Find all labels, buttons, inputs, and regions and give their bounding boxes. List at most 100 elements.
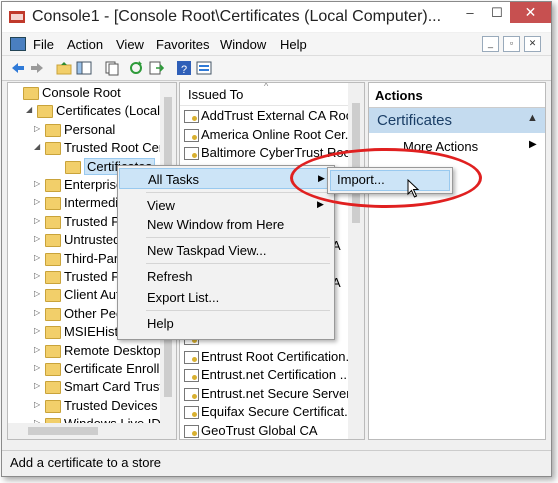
- expanded-arrow-icon[interactable]: ◢: [34, 142, 44, 154]
- collapsed-arrow-icon[interactable]: [54, 161, 64, 173]
- menu-all-tasks-label: All Tasks: [148, 172, 200, 187]
- tree-item[interactable]: ▷ Trusted Devices: [34, 398, 168, 416]
- tree-item-label: Trusted Devices: [64, 397, 158, 413]
- menu-help-item[interactable]: Help: [119, 313, 333, 334]
- refresh-icon[interactable]: [128, 60, 144, 76]
- folder-icon: [45, 363, 61, 376]
- collapsed-arrow-icon[interactable]: ▷: [34, 216, 44, 228]
- menu-export-list[interactable]: Export List...: [119, 287, 333, 308]
- menu-window[interactable]: Window: [220, 37, 266, 52]
- mdi-minimize-button[interactable]: _: [482, 36, 499, 52]
- back-icon[interactable]: [10, 60, 26, 76]
- mouse-pointer-icon: [407, 179, 420, 198]
- collapsed-arrow-icon[interactable]: [12, 87, 22, 99]
- folder-icon: [65, 160, 81, 174]
- tree-item[interactable]: ▷ Certificate Enrollr: [34, 361, 168, 379]
- list-item[interactable]: Entrust.net Secure Server ...: [184, 385, 364, 403]
- list-item-label: America Online Root Cer...: [201, 126, 356, 142]
- collapse-up-icon[interactable]: ▲: [527, 112, 538, 124]
- menu-new-taskpad-view[interactable]: New Taskpad View...: [119, 240, 333, 261]
- collapsed-arrow-icon[interactable]: ▷: [34, 179, 44, 191]
- close-button[interactable]: ✕: [510, 2, 551, 23]
- collapsed-arrow-icon[interactable]: ▷: [34, 271, 44, 283]
- list-item[interactable]: Entrust Root Certification...: [184, 348, 356, 366]
- tree-horizontal-scrollbar[interactable]: [8, 423, 176, 439]
- tree-item[interactable]: ◢ Trusted Root Cert: [34, 140, 168, 158]
- menu-view-label: View: [147, 198, 175, 213]
- collapsed-arrow-icon[interactable]: ▷: [34, 197, 44, 209]
- tree-hscroll-thumb[interactable]: [28, 427, 98, 435]
- menu-refresh-label: Refresh: [147, 269, 193, 284]
- menu-view[interactable]: View: [116, 37, 144, 52]
- collapsed-arrow-icon[interactable]: ▷: [34, 253, 44, 265]
- collapsed-arrow-icon[interactable]: ▷: [34, 326, 44, 338]
- minimize-button[interactable]: –: [456, 2, 484, 23]
- console-menu-icon[interactable]: [10, 37, 26, 51]
- tree-item[interactable]: Console Root: [12, 85, 168, 103]
- list-header[interactable]: ^ Issued To: [180, 83, 364, 106]
- tree-item[interactable]: ▷ Personal: [34, 122, 168, 140]
- tree-item-label: Console Root: [42, 85, 121, 100]
- list-item[interactable]: Equifax Secure Certificat...: [184, 403, 355, 421]
- menu-view-item[interactable]: View ▶: [119, 195, 333, 216]
- expanded-arrow-icon[interactable]: ◢: [26, 105, 36, 117]
- certificate-icon: [184, 424, 199, 438]
- collapsed-arrow-icon[interactable]: ▷: [34, 234, 44, 246]
- more-actions-arrow-icon: ▶: [529, 139, 537, 150]
- folder-icon: [45, 252, 61, 266]
- forward-icon[interactable]: [29, 60, 45, 76]
- certificate-icon: [184, 406, 199, 419]
- menu-separator: [146, 310, 330, 311]
- menu-refresh[interactable]: Refresh: [119, 266, 333, 287]
- show-hide-tree-icon[interactable]: [76, 60, 92, 76]
- menu-bar: File Action View Favorites Window Help _…: [2, 33, 551, 56]
- collapsed-arrow-icon[interactable]: ▷: [34, 124, 44, 136]
- list-item[interactable]: AddTrust External CA Root: [184, 107, 357, 125]
- export-icon[interactable]: [148, 60, 164, 76]
- tree-item-label: Remote Desktop: [64, 342, 161, 358]
- collapsed-arrow-icon[interactable]: ▷: [34, 381, 44, 393]
- certificate-icon: [184, 350, 199, 364]
- collapsed-arrow-icon[interactable]: ▷: [34, 363, 44, 375]
- mdi-restore-button[interactable]: ▫: [503, 36, 520, 52]
- certificate-icon: [184, 387, 199, 401]
- actions-section-certificates[interactable]: Certificates ▲: [369, 108, 545, 133]
- list-item[interactable]: America Online Root Cer...: [184, 126, 356, 144]
- certificate-icon: [184, 147, 199, 160]
- menu-file[interactable]: File: [33, 37, 54, 52]
- mmc-app-icon: [9, 11, 25, 23]
- certificate-icon: [184, 128, 199, 142]
- tree-item[interactable]: ▷ Smart Card Truste: [34, 379, 170, 397]
- list-vertical-scrollbar[interactable]: [348, 83, 364, 439]
- menu-action[interactable]: Action: [67, 37, 103, 52]
- menu-favorites[interactable]: Favorites: [156, 37, 209, 52]
- collapsed-arrow-icon[interactable]: ▷: [34, 345, 44, 357]
- properties-icon[interactable]: [196, 60, 212, 76]
- folder-icon: [45, 399, 61, 413]
- column-issued-to[interactable]: Issued To: [188, 87, 243, 102]
- menu-new-window-from-here[interactable]: New Window from Here: [119, 214, 333, 235]
- list-item[interactable]: Entrust.net Certification ...: [184, 366, 351, 384]
- menu-help[interactable]: Help: [280, 37, 307, 52]
- tree-item[interactable]: ▷ Remote Desktop: [34, 343, 168, 361]
- actions-header: Actions: [369, 83, 545, 108]
- list-item-label: Entrust Root Certification...: [201, 348, 357, 364]
- collapsed-arrow-icon[interactable]: ▷: [34, 308, 44, 320]
- list-item[interactable]: GeoTrust Global CA: [184, 422, 348, 440]
- certificate-icon: [184, 110, 199, 123]
- certificate-icon: [184, 369, 199, 382]
- folder-icon: [45, 123, 61, 137]
- collapsed-arrow-icon[interactable]: ▷: [34, 400, 44, 412]
- folder-icon: [45, 179, 61, 192]
- up-folder-icon[interactable]: [56, 60, 72, 76]
- mdi-close-button[interactable]: ✕: [524, 36, 541, 52]
- help-icon[interactable]: ?: [176, 60, 192, 76]
- title-bar[interactable]: Console1 - [Console Root\Certificates (L…: [2, 2, 551, 32]
- tree-item[interactable]: ◢ Certificates (Local Co: [26, 103, 176, 121]
- tree-item-label: Other Peo: [64, 305, 124, 321]
- collapsed-arrow-icon[interactable]: ▷: [34, 289, 44, 301]
- maximize-button[interactable]: ☐: [484, 2, 510, 23]
- folder-icon: [45, 381, 61, 395]
- tree-item-label: Enterprise: [64, 177, 124, 192]
- copy-icon[interactable]: [104, 60, 120, 76]
